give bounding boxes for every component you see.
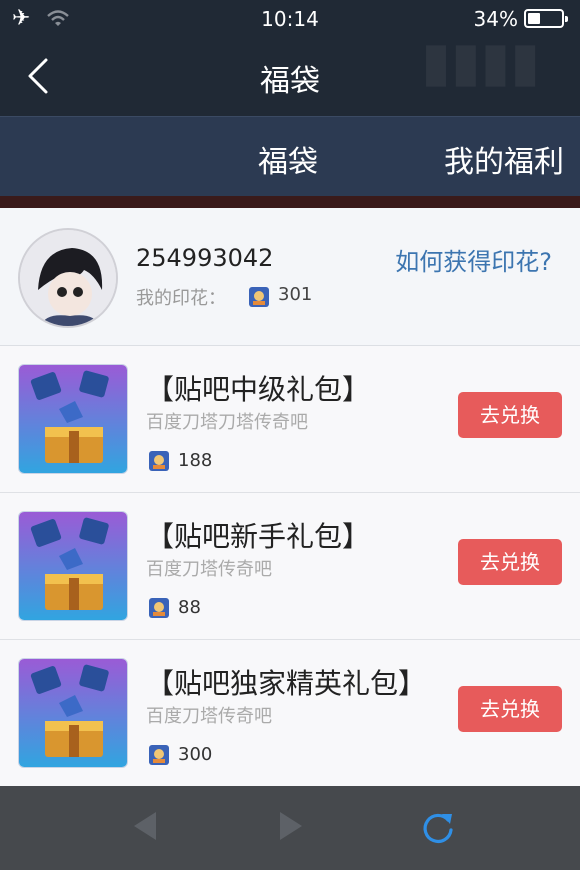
gift-cost: 88 xyxy=(178,597,201,618)
stamp-count: 301 xyxy=(278,284,313,305)
gift-name: 【贴吧独家精英礼包】 xyxy=(146,667,427,700)
battery-icon xyxy=(524,9,568,28)
gift-name: 【贴吧中级礼包】 xyxy=(146,373,371,406)
tab-my-benefits[interactable]: 我的福利 xyxy=(444,137,564,181)
tab-bar: 福袋 我的福利 xyxy=(0,116,580,196)
gift-box-image xyxy=(18,511,128,621)
stamp-icon xyxy=(149,745,169,765)
triangle-right-icon[interactable] xyxy=(276,808,306,844)
stamp-icon xyxy=(249,287,269,307)
gift-source: 百度刀塔传奇吧 xyxy=(146,706,272,727)
stamp-icon xyxy=(149,451,169,471)
exchange-button[interactable]: 去兑换 xyxy=(458,686,562,732)
exchange-button[interactable]: 去兑换 xyxy=(458,392,562,438)
battery-nub xyxy=(565,16,568,22)
gift-cost: 300 xyxy=(178,744,213,765)
gift-name: 【贴吧新手礼包】 xyxy=(146,520,371,553)
banner-strip xyxy=(0,196,580,208)
browser-toolbar xyxy=(0,786,580,870)
battery-percent: 34% xyxy=(473,7,518,31)
list-item: 【贴吧新手礼包】 百度刀塔传奇吧 88 去兑换 xyxy=(0,493,580,640)
stamp-icon xyxy=(149,598,169,618)
user-id: 254993042 xyxy=(136,244,274,272)
page-title: 福袋 xyxy=(260,64,320,99)
battery-fill xyxy=(528,13,541,24)
refresh-icon[interactable] xyxy=(418,808,458,848)
stamp-label: 我的印花： xyxy=(136,288,226,309)
exchange-button[interactable]: 去兑换 xyxy=(458,539,562,585)
gift-source: 百度刀塔传奇吧 xyxy=(146,559,272,580)
avatar xyxy=(18,228,118,328)
gift-box-image xyxy=(18,364,128,474)
gift-source: 百度刀塔刀塔传奇吧 xyxy=(146,412,308,433)
status-bar: ✈ 10:14 34% xyxy=(0,0,580,38)
profile-card: 254993042 我的印花： 301 如何获得印花? xyxy=(0,208,580,346)
gift-box-image xyxy=(18,658,128,768)
list-item: 【贴吧中级礼包】 百度刀塔刀塔传奇吧 188 去兑换 xyxy=(0,346,580,493)
gift-cost: 188 xyxy=(178,450,213,471)
tab-lucky-bag[interactable]: 福袋 xyxy=(258,137,318,181)
triangle-left-icon[interactable] xyxy=(130,808,160,844)
nav-bar: 福袋 xyxy=(0,38,580,116)
list-item: 【贴吧独家精英礼包】 百度刀塔传奇吧 300 去兑换 xyxy=(0,640,580,787)
avatar-image xyxy=(20,230,116,326)
how-to-get-stamps-link[interactable]: 如何获得印花? xyxy=(395,242,552,277)
header: ▮▮▮▮ ✈ 10:14 34% 福袋 xyxy=(0,0,580,116)
